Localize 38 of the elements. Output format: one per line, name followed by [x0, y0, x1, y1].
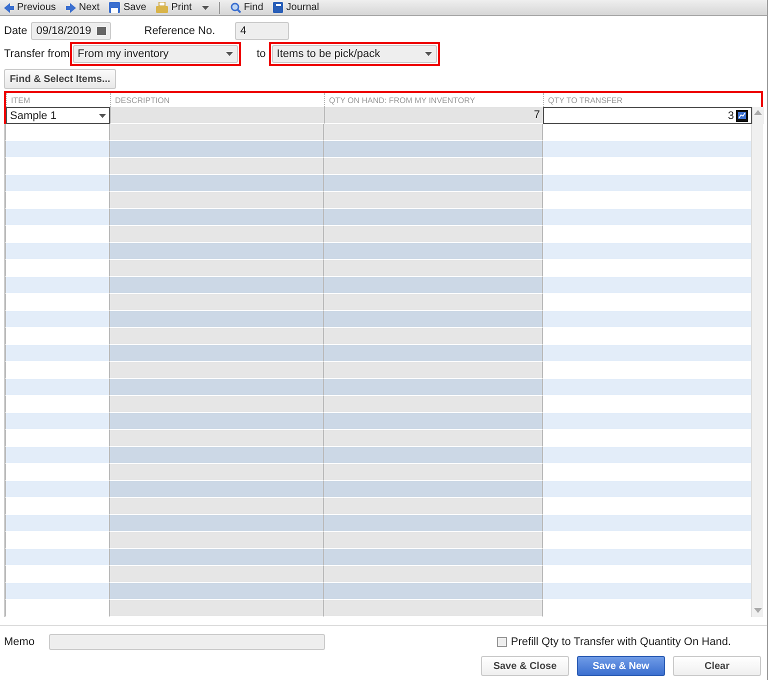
quantity-field[interactable]: 3: [543, 107, 752, 124]
caret-icon: [226, 52, 233, 56]
to-label: to: [256, 48, 266, 60]
caret-icon: [202, 6, 209, 10]
scroll-up-icon[interactable]: [753, 108, 763, 116]
printer-icon: [156, 2, 168, 13]
memo-field[interactable]: [48, 634, 325, 650]
toolbar-button[interactable]: Journal: [273, 2, 320, 13]
action-button[interactable]: Save & Close: [481, 656, 569, 676]
reference-field[interactable]: 4: [235, 22, 290, 40]
item-dropdown[interactable]: Sample 1: [6, 107, 110, 124]
prefill-label: Prefill Qty to Transfer with Quantity On Hand.: [510, 636, 731, 648]
table-cell: 7: [324, 107, 543, 124]
calendar-icon: [97, 27, 106, 35]
date-field[interactable]: 09/18/2019: [31, 22, 112, 40]
caret-icon: [424, 52, 432, 56]
book-icon: [273, 2, 284, 13]
transfer-from-dropdown[interactable]: From my inventory: [72, 45, 238, 63]
toolbar-button[interactable]: Previous: [4, 2, 56, 13]
toolbar-button[interactable]: Save: [109, 2, 146, 13]
toolbar-button[interactable]: Next: [66, 2, 100, 13]
action-button[interactable]: Clear: [673, 656, 761, 676]
left-arrow-icon: [4, 2, 14, 12]
prefill-checkbox[interactable]: [496, 637, 507, 647]
search-icon: [230, 2, 241, 13]
date-label: Date: [4, 25, 28, 37]
memo-label: Memo: [4, 636, 35, 648]
chart-icon: [736, 110, 748, 122]
transfer-to-dropdown[interactable]: Items to be pick/pack: [272, 45, 437, 63]
find-select-items-button[interactable]: Find & Select Items...: [4, 69, 116, 89]
caret-icon: [99, 114, 106, 118]
right-arrow-icon: [66, 2, 76, 12]
action-button[interactable]: Save & New: [577, 656, 665, 676]
scroll-down-icon[interactable]: [752, 607, 762, 615]
transfer-from-label: Transfer from: [4, 48, 70, 60]
toolbar-button[interactable]: Find: [230, 2, 264, 13]
toolbar-button[interactable]: Print: [156, 2, 192, 13]
reference-label: Reference No.: [144, 25, 216, 37]
